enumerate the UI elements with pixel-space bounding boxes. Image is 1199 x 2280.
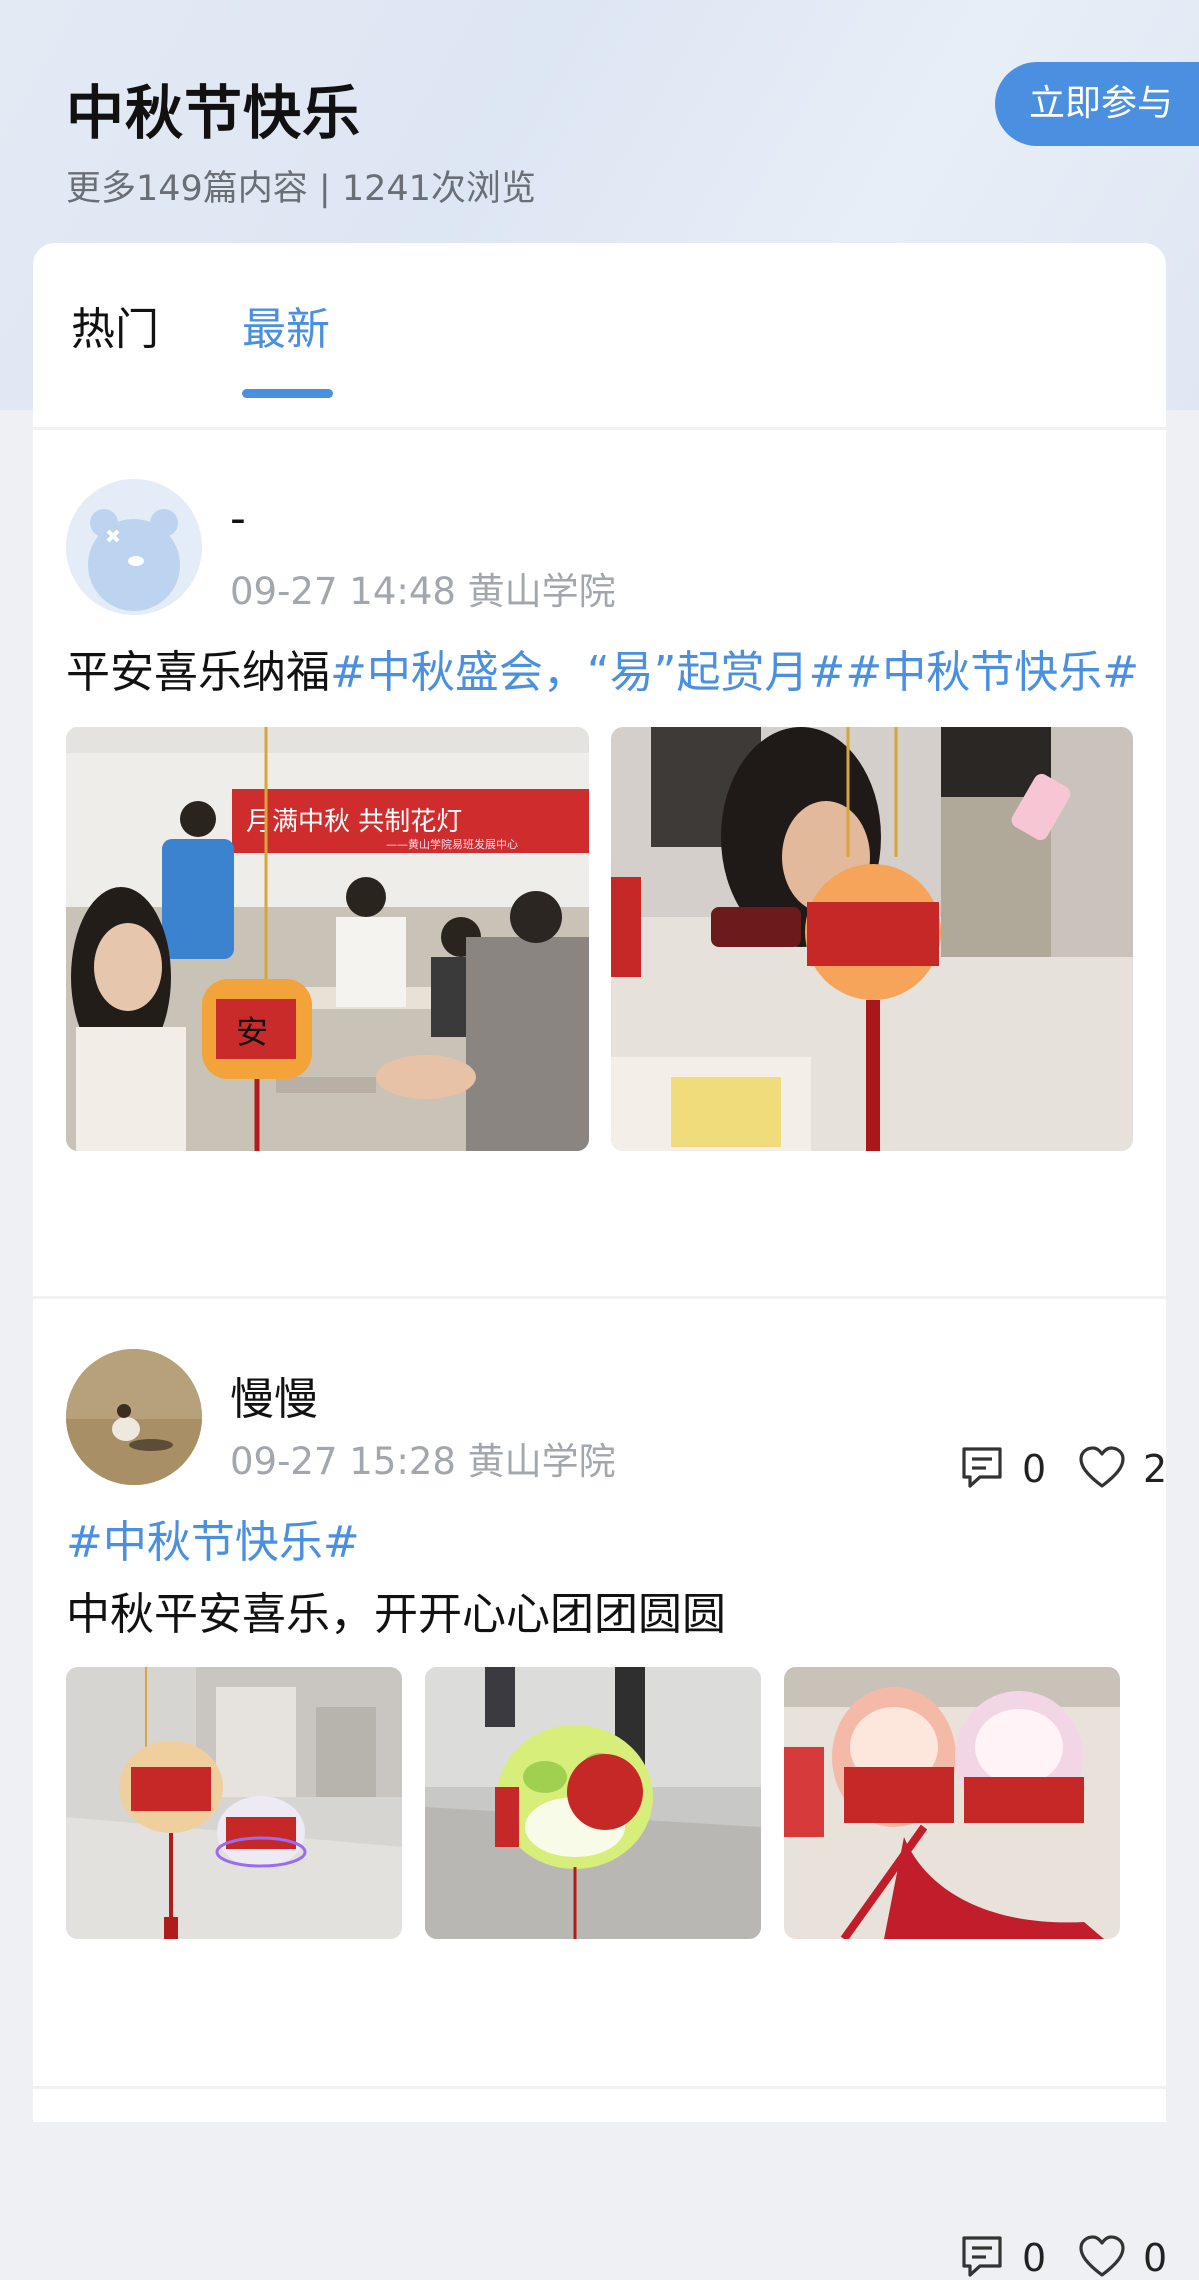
heart-icon[interactable] <box>1078 2235 1126 2279</box>
photo-classroom: 月满中秋 共制花灯 ——黄山学院易班发展中心 安 <box>66 727 589 1151</box>
post-author[interactable]: - <box>230 493 246 544</box>
post-image[interactable] <box>611 727 1133 1151</box>
post-text-plain: 平安喜乐纳福 <box>66 647 330 698</box>
heart-icon[interactable] <box>1078 1446 1126 1490</box>
feed-card: 热门 最新 - 09-27 14:48 黄山学院 平安喜乐纳福#中秋盛会，“易”… <box>33 243 1168 2280</box>
photo-hallway-lanterns <box>66 1667 402 1939</box>
post-text[interactable]: 平安喜乐纳福#中秋盛会，“易”起赏月##中秋节快乐# <box>66 636 1139 700</box>
like-count: 2 <box>1143 1447 1168 1491</box>
post-image[interactable] <box>425 1667 761 1939</box>
post-image[interactable]: 月满中秋 共制花灯 ——黄山学院易班发展中心 安 <box>66 727 589 1151</box>
photo-glowing-lantern <box>425 1667 761 1939</box>
tab-latest[interactable]: 最新 <box>242 293 330 357</box>
lantern-character: 安 <box>236 1013 268 1051</box>
avatar[interactable] <box>66 479 202 615</box>
post-text[interactable]: 中秋平安喜乐，开开心心团团圆圆 <box>66 1578 726 1642</box>
post-meta: 09-27 14:48 黄山学院 <box>230 570 616 613</box>
post-image[interactable] <box>66 1667 402 1939</box>
comment-count: 0 <box>1022 2236 1047 2280</box>
post-hashtags[interactable]: #中秋盛会，“易”起赏月##中秋节快乐# <box>330 647 1139 698</box>
divider <box>33 427 1166 430</box>
tab-active-indicator <box>242 389 333 398</box>
banner-subtext: ——黄山学院易班发展中心 <box>386 837 518 851</box>
avatar-bear-icon <box>66 479 202 615</box>
tab-bar: 热门 最新 <box>33 243 1166 428</box>
post-meta: 09-27 15:28 黄山学院 <box>230 1440 616 1483</box>
avatar-photo <box>66 1349 202 1485</box>
avatar[interactable] <box>66 1349 202 1485</box>
banner-text: 月满中秋 共制花灯 <box>246 807 462 837</box>
post-author[interactable]: 慢慢 <box>230 1363 318 1427</box>
like-count: 0 <box>1143 2236 1168 2280</box>
topic-stats: 更多149篇内容 | 1241次浏览 <box>66 169 536 209</box>
comment-icon[interactable] <box>960 1445 1004 1489</box>
photo-two-lanterns <box>784 1667 1120 1939</box>
post-hashtag[interactable]: #中秋节快乐# <box>66 1506 360 1570</box>
divider <box>33 2086 1166 2089</box>
join-button[interactable]: 立即参与 <box>995 62 1199 146</box>
topic-title: 中秋节快乐 <box>66 79 362 147</box>
photo-lantern <box>611 727 1133 1151</box>
divider <box>33 1296 1166 1299</box>
comment-icon[interactable] <box>960 2234 1004 2278</box>
tab-hot[interactable]: 热门 <box>71 293 159 357</box>
post-image[interactable] <box>784 1667 1120 1939</box>
comment-count: 0 <box>1022 1447 1047 1491</box>
